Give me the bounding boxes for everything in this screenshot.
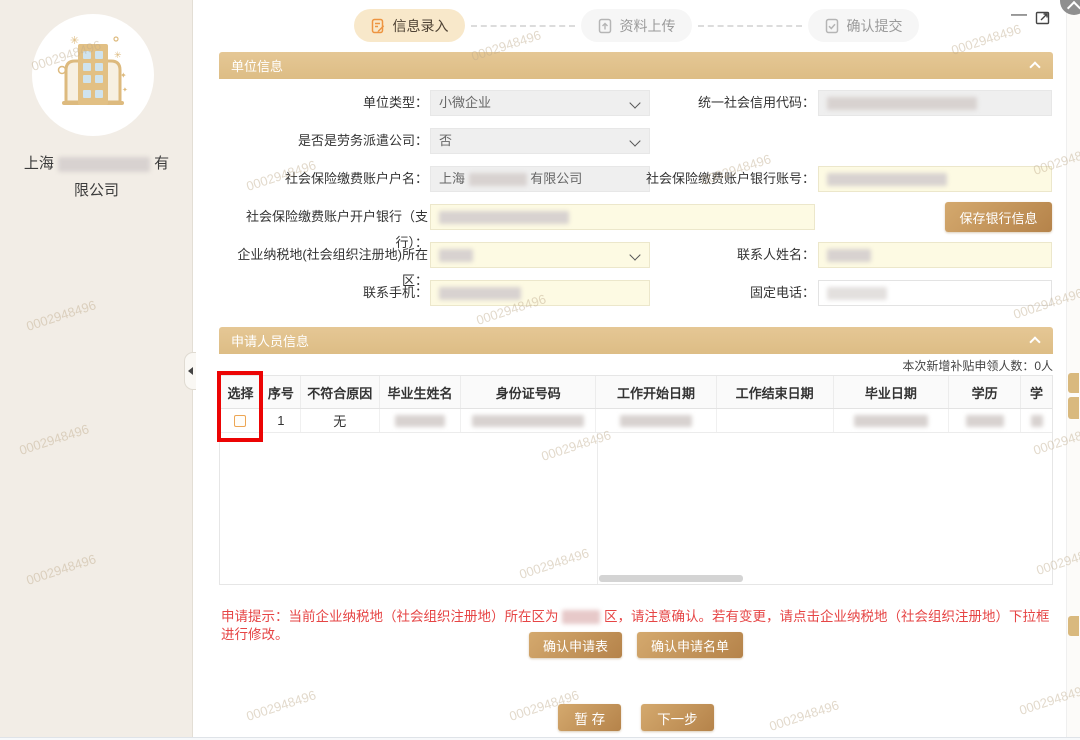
cell-id-number [461, 409, 596, 432]
company-name: 上海 有 限公司 [0, 150, 193, 204]
table-header-row: 选择 序号 不符合原因 毕业生姓名 身份证号码 工作开始日期 工作结束日期 毕业… [220, 376, 1052, 409]
mobile-label: 联系手机： [219, 280, 428, 306]
cell-graduate-name [380, 409, 462, 432]
confirm-application-form-button[interactable]: 确认申请表 [529, 632, 622, 658]
upload-doc-icon [597, 18, 613, 34]
form-content: 信息录入 资料上传 确认提交 [219, 0, 1053, 740]
footer-actions: 暂 存 下一步 [219, 704, 1053, 731]
phone-input[interactable] [818, 280, 1052, 306]
contact-name-input[interactable] [818, 242, 1052, 268]
horizontal-scrollbar-thumb[interactable] [599, 575, 743, 582]
company-avatar: ✳ ✳ ✦ ✦ [32, 14, 154, 136]
step-label: 信息录入 [393, 16, 449, 36]
contact-name-label: 联系人姓名： [599, 242, 815, 268]
bank-branch-input[interactable] [430, 204, 815, 230]
company-name-prefix: 上海 [24, 155, 54, 172]
application-window: ✳ ✳ ✦ ✦ 上海 有 限公司 — [0, 0, 1080, 740]
redacted-district [562, 610, 600, 624]
redacted-company-name [58, 157, 150, 172]
cell-work-start [596, 409, 717, 432]
credit-code-label: 统一社会信用代码： [599, 90, 815, 116]
account-name-label: 社会保险缴费账户户名： [219, 166, 428, 192]
stepper: 信息录入 资料上传 确认提交 [219, 9, 1053, 42]
step-info-entry[interactable]: 信息录入 [354, 9, 465, 42]
bank-account-input[interactable] [818, 166, 1052, 192]
col-seq: 序号 [262, 376, 301, 408]
cell-reason: 无 [301, 409, 380, 432]
cell-seq: 1 [262, 409, 301, 432]
cell-graduation-date [834, 409, 950, 432]
district-label: 企业纳税地(社会组织注册地)所在区： [219, 242, 428, 268]
col-select: 选择 [220, 376, 262, 408]
table-empty-area [220, 433, 1052, 584]
col-work-start: 工作开始日期 [596, 376, 717, 408]
step-label: 资料上传 [620, 16, 676, 36]
col-id-number: 身份证号码 [461, 376, 596, 408]
main-panel: — 信息录入 [193, 0, 1080, 740]
col-work-end: 工作结束日期 [717, 376, 834, 408]
sidebar-collapse-handle[interactable] [184, 352, 196, 390]
svg-text:✳: ✳ [70, 35, 79, 47]
col-education: 学历 [949, 376, 1021, 408]
col-graduate-name: 毕业生姓名 [380, 376, 462, 408]
step-connector [471, 25, 575, 27]
phone-label: 固定电话： [599, 280, 815, 306]
sidebar: ✳ ✳ ✦ ✦ 上海 有 限公司 [0, 0, 193, 740]
save-draft-button[interactable]: 暂 存 [558, 704, 621, 731]
cell-work-end [717, 409, 834, 432]
applicants-table: 选择 序号 不符合原因 毕业生姓名 身份证号码 工作开始日期 工作结束日期 毕业… [219, 375, 1053, 585]
col-clipped: 学 [1021, 376, 1052, 408]
section-title: 申请人员信息 [231, 331, 309, 350]
unit-type-label: 单位类型： [219, 90, 428, 116]
floating-widget-button[interactable] [1060, 0, 1080, 15]
table-row: 1 无 [220, 409, 1052, 433]
credit-code-input[interactable] [818, 90, 1052, 116]
step-material-upload[interactable]: 资料上传 [581, 9, 692, 42]
bank-account-label: 社会保险缴费账户银行账号： [599, 166, 815, 192]
hint-text-before: 申请提示：当前企业纳税地（社会组织注册地）所在区为 [221, 609, 559, 624]
labor-dispatch-select[interactable]: 否 [430, 128, 650, 154]
section-title: 单位信息 [231, 56, 283, 75]
cell-clipped [1021, 409, 1052, 432]
section-header-unit-info: 单位信息 [219, 52, 1053, 79]
fixed-column-divider [597, 433, 598, 584]
right-edge-strip [1066, 0, 1080, 740]
step-confirm-submit[interactable]: 确认提交 [808, 9, 919, 42]
labor-dispatch-label: 是否是劳务派遣公司： [219, 128, 428, 154]
bank-branch-label: 社会保险缴费账户开户银行（支行）： [219, 204, 428, 230]
arrow-left-icon [188, 367, 193, 375]
clipped-widget-fragment[interactable] [1068, 616, 1079, 636]
step-connector [698, 25, 802, 27]
svg-text:✦: ✦ [120, 71, 127, 80]
building-icon: ✳ ✳ ✦ ✦ [50, 32, 136, 118]
applicant-count-note: 本次新增补贴申领人数：0人 [219, 357, 1053, 374]
svg-text:✳: ✳ [114, 50, 122, 60]
svg-text:✦: ✦ [122, 86, 128, 94]
company-name-suffix: 有 [154, 155, 169, 172]
col-reason: 不符合原因 [301, 376, 380, 408]
step-label: 确认提交 [847, 16, 903, 36]
edit-doc-icon [370, 18, 386, 34]
col-graduation-date: 毕业日期 [834, 376, 950, 408]
section-header-applicants: 申请人员信息 [219, 327, 1053, 354]
confirm-actions: 确认申请表 确认申请名单 [219, 632, 1053, 658]
cell-education [949, 409, 1021, 432]
check-doc-icon [824, 18, 840, 34]
save-bank-info-button[interactable]: 保存银行信息 [945, 202, 1052, 232]
collapse-chevron-icon[interactable] [1029, 336, 1040, 347]
company-name-line2: 限公司 [0, 177, 193, 204]
row-select-checkbox[interactable] [234, 415, 246, 427]
confirm-application-list-button[interactable]: 确认申请名单 [637, 632, 743, 658]
next-step-button[interactable]: 下一步 [641, 704, 714, 731]
clipped-widget-fragment[interactable] [1068, 397, 1079, 419]
collapse-chevron-icon[interactable] [1029, 61, 1040, 72]
clipped-widget-fragment[interactable] [1068, 373, 1079, 393]
